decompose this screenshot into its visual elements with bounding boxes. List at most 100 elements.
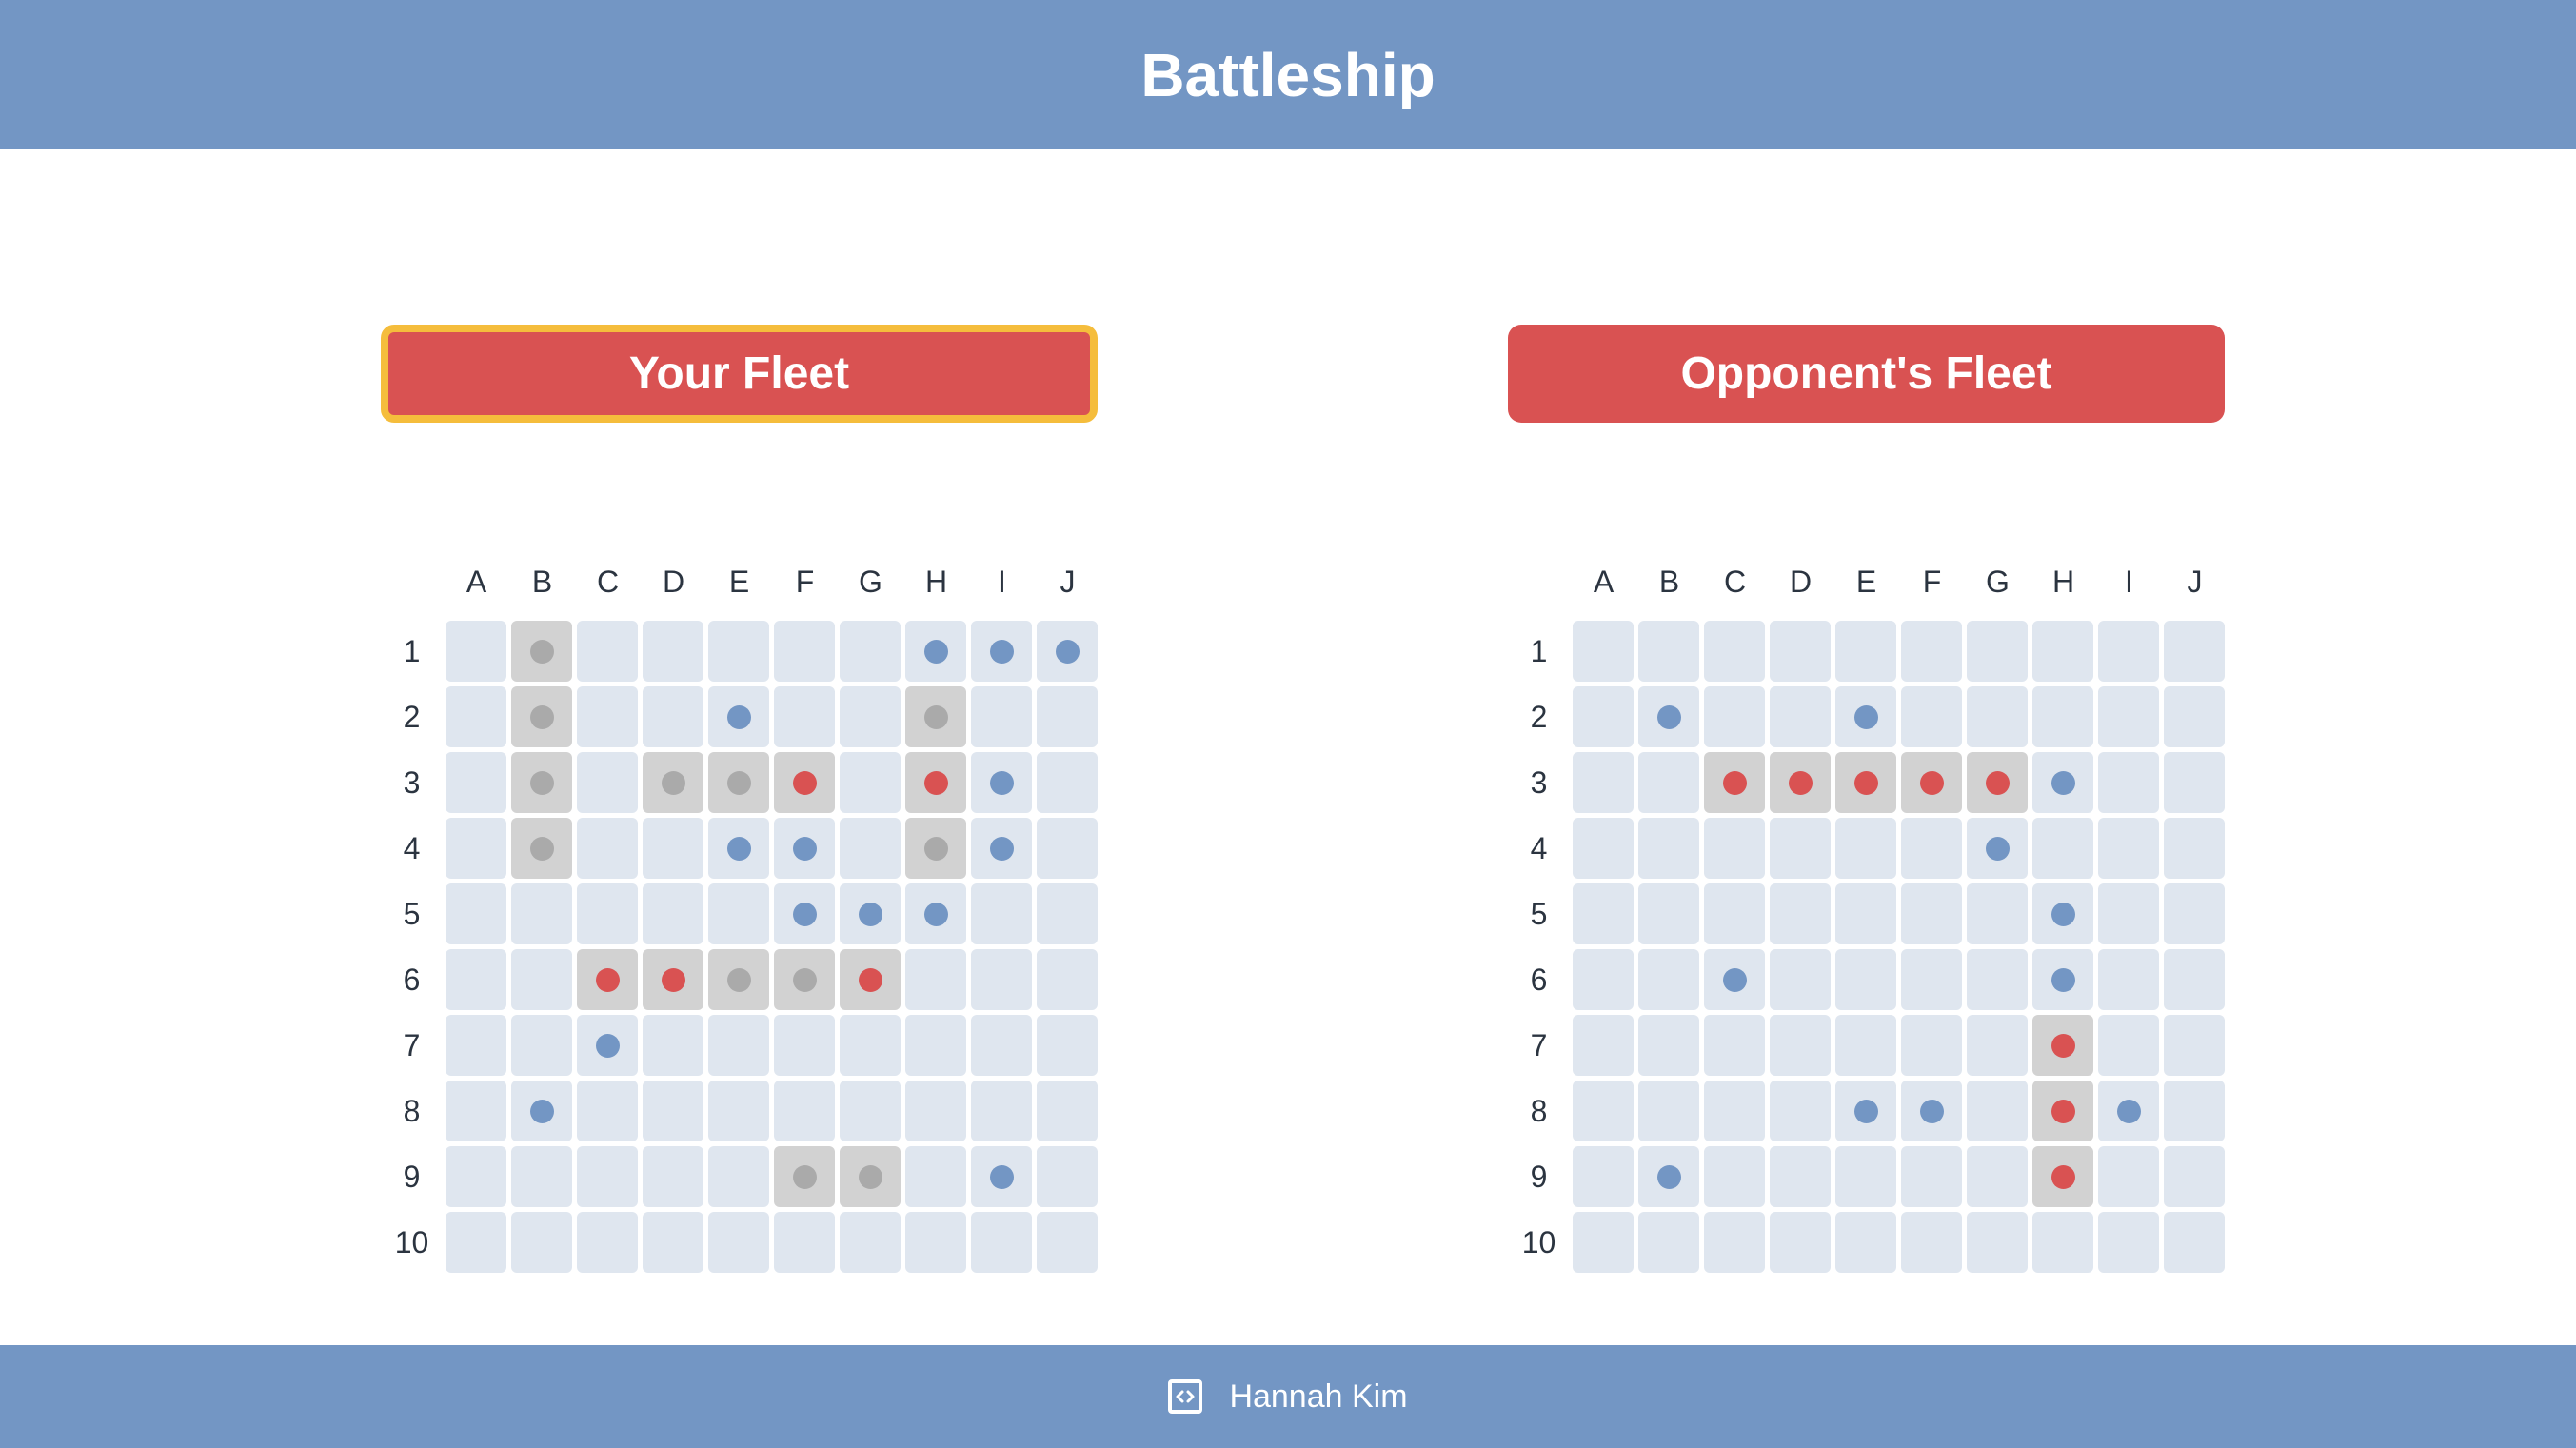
cell-a5[interactable]	[1573, 883, 1634, 944]
cell-b1[interactable]	[1638, 621, 1699, 682]
cell-g6[interactable]	[1967, 949, 2028, 1010]
cell-d8[interactable]	[1770, 1081, 1831, 1141]
cell-i8[interactable]	[2098, 1081, 2159, 1141]
cell-a3[interactable]	[1573, 752, 1634, 813]
cell-h6[interactable]	[2032, 949, 2093, 1010]
cell-b5[interactable]	[1638, 883, 1699, 944]
cell-h2[interactable]	[2032, 686, 2093, 747]
cell-f7[interactable]	[1901, 1015, 1962, 1076]
cell-c2[interactable]	[1704, 686, 1765, 747]
cell-j10[interactable]	[2164, 1212, 2225, 1273]
cell-f10[interactable]	[1901, 1212, 1962, 1273]
cell-g3[interactable]	[1967, 752, 2028, 813]
cell-j2[interactable]	[2164, 686, 2225, 747]
cell-e10[interactable]	[1835, 1212, 1896, 1273]
cell-b10[interactable]	[1638, 1212, 1699, 1273]
cell-g8[interactable]	[1967, 1081, 2028, 1141]
cell-i3[interactable]	[2098, 752, 2159, 813]
cell-a6[interactable]	[1573, 949, 1634, 1010]
cell-a4[interactable]	[1573, 818, 1634, 879]
cell-a1[interactable]	[1573, 621, 1634, 682]
cell-h8[interactable]	[2032, 1081, 2093, 1141]
cell-a8[interactable]	[1573, 1081, 1634, 1141]
cell-b8[interactable]	[1638, 1081, 1699, 1141]
cell-c10[interactable]	[1704, 1212, 1765, 1273]
cell-h5[interactable]	[2032, 883, 2093, 944]
cell-g5[interactable]	[1967, 883, 2028, 944]
cell-i2[interactable]	[2098, 686, 2159, 747]
cell-j1[interactable]	[2164, 621, 2225, 682]
cell-d10[interactable]	[1770, 1212, 1831, 1273]
cell-f5[interactable]	[1901, 883, 1962, 944]
cell-e5[interactable]	[1835, 883, 1896, 944]
cell-i10[interactable]	[2098, 1212, 2159, 1273]
cell-i9[interactable]	[2098, 1146, 2159, 1207]
cell-b2[interactable]	[1638, 686, 1699, 747]
cell-a2[interactable]	[1573, 686, 1634, 747]
cell-j5[interactable]	[2164, 883, 2225, 944]
cell-i6[interactable]	[2098, 949, 2159, 1010]
cell-d3[interactable]	[1770, 752, 1831, 813]
cell-d6[interactable]	[1770, 949, 1831, 1010]
cell-j6[interactable]	[2164, 949, 2225, 1010]
cell-g2[interactable]	[1967, 686, 2028, 747]
cell-a7[interactable]	[1573, 1015, 1634, 1076]
cell-f6[interactable]	[1901, 949, 1962, 1010]
cell-f4[interactable]	[1901, 818, 1962, 879]
cell-c3[interactable]	[1704, 752, 1765, 813]
cell-h9[interactable]	[2032, 1146, 2093, 1207]
cell-d1[interactable]	[1770, 621, 1831, 682]
cell-d5[interactable]	[1770, 883, 1831, 944]
cell-c1[interactable]	[1704, 621, 1765, 682]
cell-e2[interactable]	[1835, 686, 1896, 747]
cell-c4[interactable]	[1704, 818, 1765, 879]
cell-j3[interactable]	[2164, 752, 2225, 813]
cell-j4[interactable]	[2164, 818, 2225, 879]
cell-i5[interactable]	[2098, 883, 2159, 944]
cell-e9[interactable]	[1835, 1146, 1896, 1207]
cell-b9[interactable]	[1638, 1146, 1699, 1207]
cell-g1[interactable]	[1967, 621, 2028, 682]
cell-c9[interactable]	[1704, 1146, 1765, 1207]
cell-c7[interactable]	[1704, 1015, 1765, 1076]
cell-e1[interactable]	[1835, 621, 1896, 682]
cell-f9[interactable]	[1901, 1146, 1962, 1207]
cell-g10[interactable]	[1967, 1212, 2028, 1273]
cell-h1[interactable]	[2032, 621, 2093, 682]
cell-b4[interactable]	[1638, 818, 1699, 879]
cell-j7[interactable]	[2164, 1015, 2225, 1076]
cell-f3[interactable]	[1901, 752, 1962, 813]
cell-d4[interactable]	[1770, 818, 1831, 879]
cell-d9[interactable]	[1770, 1146, 1831, 1207]
cell-g7[interactable]	[1967, 1015, 2028, 1076]
cell-g4[interactable]	[1967, 818, 2028, 879]
cell-a9[interactable]	[1573, 1146, 1634, 1207]
cell-b7[interactable]	[1638, 1015, 1699, 1076]
cell-f1[interactable]	[1901, 621, 1962, 682]
cell-h7[interactable]	[2032, 1015, 2093, 1076]
cell-j9[interactable]	[2164, 1146, 2225, 1207]
cell-h10[interactable]	[2032, 1212, 2093, 1273]
cell-g9[interactable]	[1967, 1146, 2028, 1207]
cell-j8[interactable]	[2164, 1081, 2225, 1141]
cell-i1[interactable]	[2098, 621, 2159, 682]
cell-e6[interactable]	[1835, 949, 1896, 1010]
cell-d7[interactable]	[1770, 1015, 1831, 1076]
cell-h3[interactable]	[2032, 752, 2093, 813]
cell-f8[interactable]	[1901, 1081, 1962, 1141]
cell-e7[interactable]	[1835, 1015, 1896, 1076]
cell-e8[interactable]	[1835, 1081, 1896, 1141]
cell-h4[interactable]	[2032, 818, 2093, 879]
cell-e4[interactable]	[1835, 818, 1896, 879]
cell-a10[interactable]	[1573, 1212, 1634, 1273]
cell-c5[interactable]	[1704, 883, 1765, 944]
cell-d2[interactable]	[1770, 686, 1831, 747]
cell-i7[interactable]	[2098, 1015, 2159, 1076]
cell-b6[interactable]	[1638, 949, 1699, 1010]
cell-b3[interactable]	[1638, 752, 1699, 813]
cell-i4[interactable]	[2098, 818, 2159, 879]
cell-c8[interactable]	[1704, 1081, 1765, 1141]
cell-e3[interactable]	[1835, 752, 1896, 813]
cell-f2[interactable]	[1901, 686, 1962, 747]
cell-c6[interactable]	[1704, 949, 1765, 1010]
